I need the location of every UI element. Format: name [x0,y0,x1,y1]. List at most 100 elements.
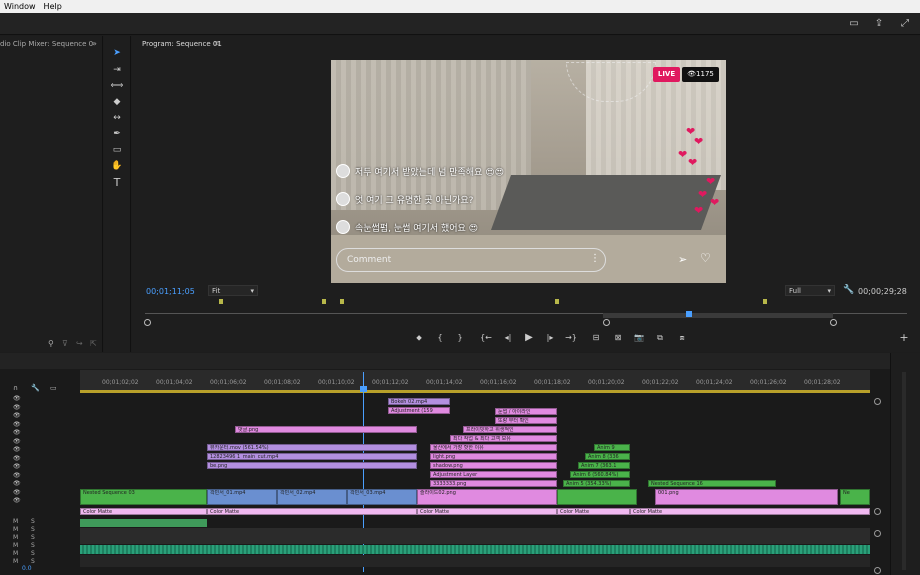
meter-bar [902,372,906,570]
clip-color-matte[interactable]: Color Matte [557,508,630,515]
clip-slide[interactable]: 슬라이드02.png [417,489,557,505]
scroll-handle[interactable] [874,567,881,574]
captions-icon[interactable]: ▭ [50,384,57,392]
mark-out-icon[interactable]: } [454,332,466,344]
clip-light[interactable]: light.png [430,453,557,460]
audio-mute-buttons[interactable]: MMMMMM [13,518,18,566]
clip-pp3[interactable]: 곽민서_03.mp4 [347,489,417,505]
camera-icon[interactable]: 📷 [633,332,645,344]
audio-waveform[interactable] [80,545,870,554]
work-area-bar[interactable] [80,390,870,393]
panel-expand-icon[interactable]: » [92,39,97,48]
filter-tool-icon[interactable]: ⊽ [62,339,68,348]
clip-pp1[interactable]: 곽민서_01.mp4 [207,489,277,505]
slip-icon[interactable]: ↔ [110,112,124,124]
clip-color-matte[interactable]: Color Matte [80,508,207,515]
audio-solo-buttons[interactable]: SSSSSS [31,518,35,566]
clip-anim8[interactable]: Anim 8 (336 [585,453,630,460]
clip-number[interactable]: 3333333.png [430,480,557,487]
send-icon[interactable]: ➢ [678,253,687,266]
panel-icon[interactable]: ▭ [848,18,860,30]
clip-adjustment[interactable]: Adjustment (159 [388,407,450,414]
time-ruler[interactable]: 00;01;02;02 00;01;04;02 00;01;06;02 00;0… [80,370,870,390]
go-to-out-icon[interactable]: →} [565,332,577,344]
play-icon[interactable]: ▶ [523,332,535,344]
track-select-icon[interactable]: ⇥ [110,64,124,76]
audio-clip[interactable] [80,519,207,527]
extract-icon[interactable]: ⊠ [612,332,624,344]
fullscreen-icon[interactable]: ⤢ [899,18,911,30]
comment-input[interactable]: Comment [336,248,606,272]
step-forward-icon[interactable]: |▸ [544,332,556,344]
menu-help[interactable]: Help [40,2,66,11]
quality-dropdown[interactable]: Full ▾ [785,285,835,296]
clip-anim5[interactable]: Anim 5 (354.33%) [563,480,630,487]
wrench-icon[interactable]: 🔧 [31,384,40,392]
heart-icon[interactable]: ♡ [700,251,711,265]
clip-001[interactable]: 001.png [655,489,838,505]
clip-color-matte[interactable]: Color Matte [207,508,417,515]
clip-be[interactable]: be.png [207,462,417,469]
clip-anim7[interactable]: Anim 7 (363.1 [578,462,630,469]
clip-text-2[interactable]: 또랑 부터 확인 [495,417,557,424]
rectangle-icon[interactable]: ▭ [110,144,124,156]
comment-2: 엇 여기 그 유명한 곳 아닌가요? [336,192,473,206]
scroll-handle[interactable] [874,508,881,515]
selection-tool-icon[interactable]: ➤ [110,47,124,59]
more-icon[interactable]: ⋮ [590,253,600,264]
compare-icon[interactable]: ⧉ [654,332,666,344]
clip-color-matte[interactable]: Color Matte [417,508,557,515]
lift-icon[interactable]: ⊟ [590,332,602,344]
tick-label: 00;01;02;02 [102,379,139,386]
clip-ne[interactable]: Ne [840,489,870,505]
filter-icon[interactable]: ⚲ [48,339,54,348]
clip-shadow[interactable]: shadow.png [430,462,557,469]
clip-text-5[interactable]: 울산에서 가장 핫한 이유 [430,444,557,451]
scrub-in-handle[interactable] [603,319,610,326]
current-timecode[interactable]: 00;01;11;05 [146,287,195,296]
playhead-marker[interactable] [686,311,692,317]
step-back-icon[interactable]: ◂| [502,332,514,344]
export-icon[interactable]: ⇱ [90,339,97,348]
wrench-icon[interactable]: 🔧 [843,285,854,295]
clip-viewcounter[interactable]: 뷰카운터.mov (561.54%) [207,444,417,451]
clip-pp2[interactable]: 곽민서_02.mp4 [277,489,347,505]
proxy-icon[interactable]: ⧈ [676,332,688,344]
clip-anim9[interactable]: Anim 9 [594,444,630,451]
scrub-out-handle[interactable] [830,319,837,326]
add-marker-icon[interactable]: ⬥ [413,332,425,344]
scroll-handle[interactable] [874,398,881,405]
clip-like[interactable]: 댓글.png [235,426,417,433]
go-to-in-icon[interactable]: {← [480,332,492,344]
type-icon[interactable]: T [110,177,124,189]
fwd-icon[interactable]: ↪ [76,339,83,348]
add-button-icon[interactable]: + [898,332,910,344]
clip-bokeh[interactable]: Bokeh 02.mp4 [388,398,450,405]
clip-anim6[interactable]: Anim 6 (560.84%) [570,471,630,478]
playhead-handle[interactable] [360,386,367,392]
clip-text-1[interactable]: 눈썹 / 아이라인 [495,408,557,415]
menu-bar: Window Help [0,0,920,13]
clip-nested-03[interactable]: Nested Sequence 03 [80,489,207,505]
pen-icon[interactable]: ✒ [110,128,124,140]
menu-window[interactable]: Window [0,2,40,11]
fit-dropdown[interactable]: Fit ▾ [208,285,258,296]
mark-in-icon[interactable]: { [434,332,446,344]
clip-text-4[interactable]: 최다 작업 & 최다 고객 보유 [450,435,557,442]
eye-icon[interactable]: 👁 👁 👁 👁 👁 👁 👁 👁 👁 👁 👁 👁 👁 [13,395,21,506]
razor-icon[interactable]: ◆ [110,96,124,108]
ripple-edit-icon[interactable]: ⟺ [110,80,124,92]
clip-anim-base[interactable] [557,489,637,505]
clip-text-3[interactable]: 프라이빗하고 위생적인 [463,426,557,433]
share-icon[interactable]: ⇪ [873,18,885,30]
snap-icon[interactable]: ∩ [13,384,18,392]
clip-adjustment-layer[interactable]: Adjustment Layer [430,471,557,478]
hand-icon[interactable]: ✋ [110,160,124,172]
clip-main-cut[interactable]: 12823496 1_main_cut.mp4 [207,453,417,460]
scroll-handle[interactable] [874,530,881,537]
menu-icon[interactable]: ≡ [214,39,220,47]
scrub-start-handle[interactable] [144,319,151,326]
quality-value: Full [789,287,801,295]
clip-nested-16[interactable]: Nested Sequence 16 [648,480,776,487]
clip-color-matte[interactable]: Color Matte [630,508,870,515]
